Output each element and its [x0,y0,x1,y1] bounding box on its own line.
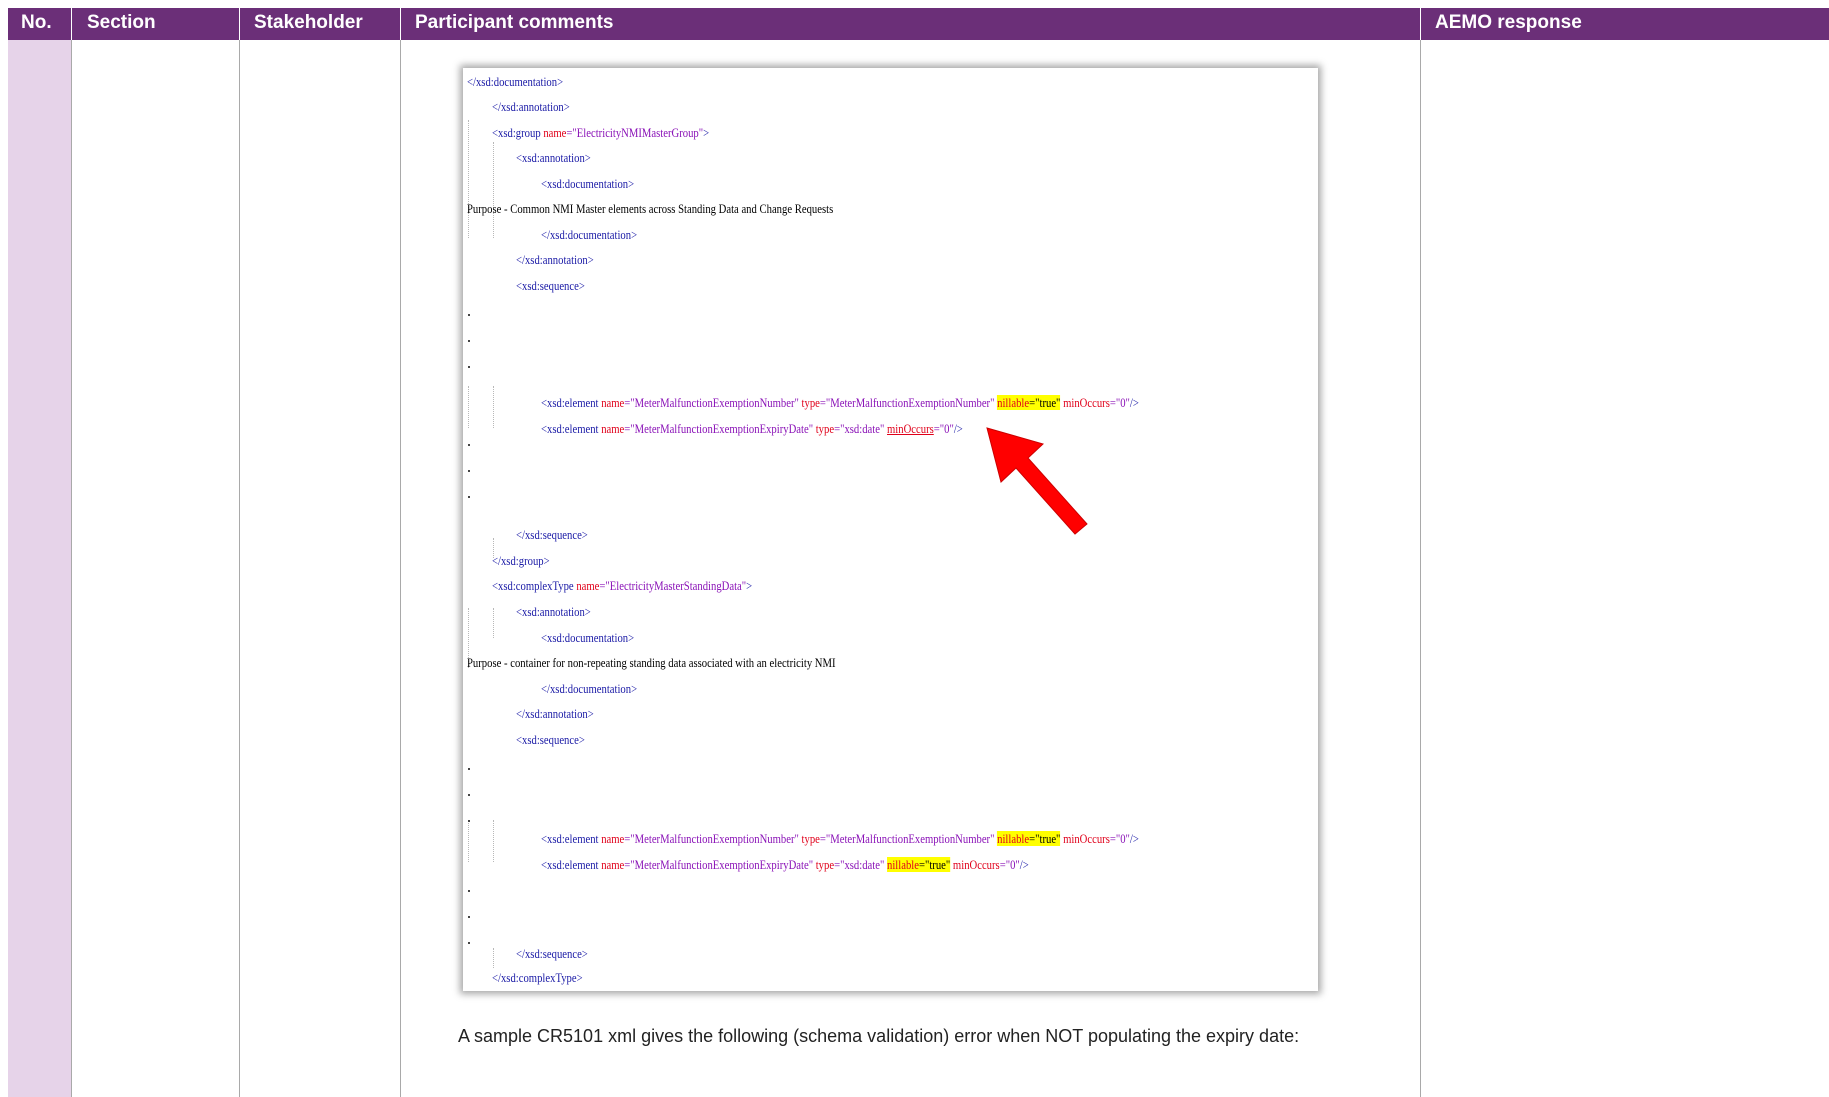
header-divider [400,8,401,40]
code-line: <xsd:element name="MeterMalfunctionExemp… [541,857,1029,872]
header-divider [71,8,72,40]
xml-schema-screenshot: </xsd:documentation> </xsd:annotation> <… [463,68,1318,991]
header-section: Section [87,12,156,33]
header-stakeholder: Stakeholder [254,12,363,33]
code-line: <xsd:group name="ElectricityNMIMasterGro… [492,125,710,140]
code-line: Purpose - Common NMI Master elements acr… [467,201,834,216]
code-line: </xsd:annotation> [492,99,570,114]
code-line: </xsd:documentation> [541,681,638,696]
code-line: </xsd:complexType> [492,970,583,985]
ellipsis-dot [468,444,470,446]
code-line: Purpose - container for non-repeating st… [467,655,836,670]
column-divider [71,40,72,1097]
table-header: No. Section Stakeholder Participant comm… [8,8,1829,40]
column-divider [400,40,401,1097]
ellipsis-dot [468,942,470,944]
ellipsis-dot [468,470,470,472]
indent-guide [493,142,494,238]
ellipsis-dot [468,340,470,342]
code-line: </xsd:sequence> [516,527,588,542]
header-participant-comments: Participant comments [415,12,614,33]
comment-text: A sample CR5101 xml gives the following … [458,1026,1300,1046]
code-line: </xsd:annotation> [516,252,594,267]
code-line: </xsd:sequence> [516,946,588,961]
header-divider [239,8,240,40]
indent-guide [493,608,494,638]
red-arrow-icon [986,427,1088,535]
header-divider [1420,8,1421,40]
indent-guide [468,820,469,862]
indent-guide [468,386,469,428]
code-line: <xsd:annotation> [516,604,591,619]
code-line: <xsd:documentation> [541,176,635,191]
code-line: </xsd:group> [492,553,550,568]
header-no: No. [21,12,52,33]
column-divider [1420,40,1421,1097]
indent-guide [493,386,494,428]
code-line: </xsd:annotation> [516,706,594,721]
code-line: <xsd:sequence> [516,732,585,747]
code-line: <xsd:element name="MeterMalfunctionExemp… [541,421,963,436]
ellipsis-dot [468,366,470,368]
ellipsis-dot [468,916,470,918]
no-cell [8,40,71,1097]
code-line: <xsd:complexType name="ElectricityMaster… [492,578,753,593]
column-divider [239,40,240,1097]
code-line: <xsd:documentation> [541,630,635,645]
ellipsis-dot [468,314,470,316]
code-line: <xsd:sequence> [516,278,585,293]
header-aemo-response: AEMO response [1435,12,1582,33]
ellipsis-dot [468,496,470,498]
code-line: <xsd:element name="MeterMalfunctionExemp… [541,831,1139,846]
code-line: </xsd:documentation> [467,74,564,89]
ellipsis-dot [468,794,470,796]
code-line: <xsd:annotation> [516,150,591,165]
ellipsis-dot [468,768,470,770]
ellipsis-dot [468,820,470,822]
indent-guide [493,948,494,968]
code-line: <xsd:element name="MeterMalfunctionExemp… [541,395,1139,410]
code-line: </xsd:documentation> [541,227,638,242]
ellipsis-dot [468,890,470,892]
indent-guide [493,820,494,862]
